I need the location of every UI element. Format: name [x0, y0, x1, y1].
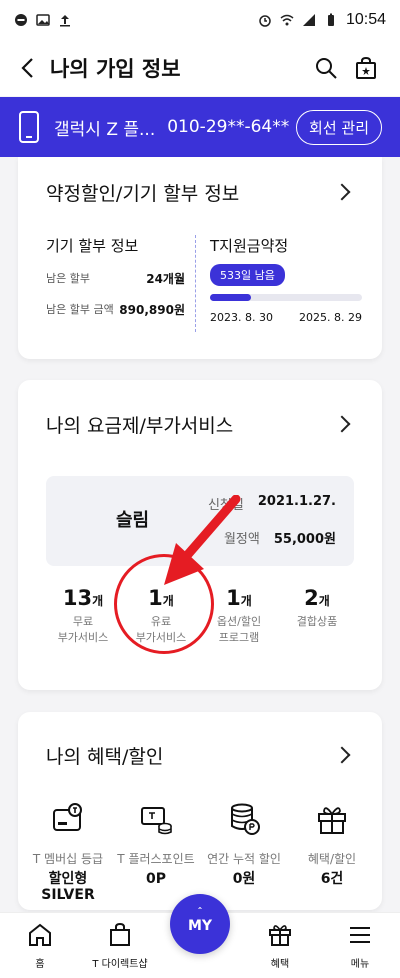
nav-benefit[interactable]: 혜택 [240, 922, 320, 970]
clock: 10:54 [345, 11, 386, 28]
bundle-products-stat[interactable]: 2개 결합상품 [282, 586, 352, 646]
signal-icon [302, 14, 315, 26]
stat-label-2: 프로그램 [218, 631, 260, 644]
nav-menu[interactable]: 메뉴 [320, 922, 400, 970]
phone-number: 010-29**-64** [167, 117, 290, 137]
benefits-card-title: 나의 혜택/할인 [46, 745, 164, 768]
benefit-label: 혜택/할인 [307, 852, 357, 866]
my-button[interactable]: ˆ MY [170, 894, 230, 954]
line-selector-band[interactable]: 갤럭시 Z 플... 010-29**-64** 회선 관리 [0, 97, 400, 157]
plus-points-item[interactable]: T 플러스포인트 0P [114, 802, 198, 903]
stat-unit: 개 [92, 594, 104, 608]
annotation-arrow-icon [164, 495, 241, 585]
installment-info: 기기 할부 정보 남은 할부 24개월 남은 할부 금액 890,890원 [46, 235, 196, 332]
benefits-card: 나의 혜택/할인 T 멤버십 등급 할인형 SILVER T 플러스포인트 0P… [18, 712, 382, 910]
cart-button[interactable] [346, 48, 386, 88]
home-icon [29, 923, 51, 946]
contract-dates: 2023. 8. 30 2025. 8. 29 [210, 311, 362, 324]
image-icon [36, 14, 50, 26]
stat-label-2: 부가서비스 [57, 631, 109, 644]
chevron-right-icon [333, 746, 351, 764]
plan-fee-value: 55,000원 [273, 532, 336, 547]
chevron-right-icon [333, 415, 351, 433]
benefits-card-header[interactable]: 나의 혜택/할인 [18, 712, 382, 798]
chevron-left-icon [21, 58, 33, 78]
remaining-installment-label: 남은 할부 [46, 272, 90, 285]
my-button-label: MY [187, 918, 213, 934]
coin-stack-icon [231, 803, 260, 835]
minus-circle-icon [15, 14, 27, 26]
remaining-installment-row: 남은 할부 24개월 [46, 270, 185, 287]
stat-label: 무료 [72, 615, 94, 628]
remaining-amount-label: 남은 할부 금액 [46, 303, 114, 316]
contract-card-header[interactable]: 약정할인/기기 할부 정보 [18, 157, 382, 227]
points-icon [141, 807, 172, 835]
phone-icon [19, 111, 39, 143]
installment-header: 기기 할부 정보 [46, 237, 139, 255]
benefit-value: 0P [145, 871, 166, 887]
stat-unit: 개 [318, 594, 330, 608]
membership-card-icon [53, 803, 82, 831]
plan-card-header[interactable]: 나의 요금제/부가서비스 [18, 380, 382, 468]
status-bar: 10:54 [0, 0, 400, 40]
contract-card-title: 약정할인/기기 할부 정보 [46, 182, 240, 205]
stat-count: 2 [304, 586, 319, 610]
stat-label: 결합상품 [296, 615, 338, 628]
plan-apply-value: 2021.1.27. [257, 494, 336, 509]
page-title: 나의 가입 정보 [50, 57, 181, 81]
stat-count: 13 [62, 586, 93, 610]
contract-card: 약정할인/기기 할부 정보 기기 할부 정보 남은 할부 24개월 남은 할부 … [18, 157, 382, 359]
battery-icon [327, 13, 334, 26]
chevron-up-icon: ˆ [197, 907, 203, 918]
nav-shop[interactable]: T 다이렉트샵 [80, 922, 160, 970]
app-bar: 나의 가입 정보 [0, 40, 400, 96]
contract-progress-bar [210, 294, 362, 301]
nav-menu-label: 메뉴 [350, 958, 370, 970]
plan-card: 나의 요금제/부가서비스 슬림 신청일 2021.1.27. 월정액 55,00… [18, 380, 382, 690]
nav-home-label: 홈 [35, 958, 45, 970]
free-services-stat[interactable]: 13개 무료부가서비스 [48, 586, 118, 646]
alarm-icon [259, 15, 271, 27]
remaining-amount-row: 남은 할부 금액 890,890원 [46, 301, 185, 318]
days-left-badge: 533일 남음 [210, 264, 285, 286]
contract-details: 기기 할부 정보 남은 할부 24개월 남은 할부 금액 890,890원 T지… [46, 235, 362, 332]
device-name: 갤럭시 Z 플... [54, 119, 156, 140]
contract-progress-fill [210, 294, 252, 301]
shopping-bag-icon [110, 922, 130, 946]
benefit-value: 0원 [232, 871, 256, 887]
shopping-bag-icon [356, 56, 376, 79]
search-icon [316, 58, 337, 79]
gift-icon [318, 807, 346, 834]
benefit-label: T 멤버십 등급 [32, 852, 104, 866]
menu-icon [350, 926, 370, 943]
benefit-list: T 멤버십 등급 할인형 SILVER T 플러스포인트 0P 연간 누적 할인… [18, 802, 382, 903]
support-contract-info: T지원금약정 533일 남음 2023. 8. 30 2025. 8. 29 [196, 235, 362, 332]
upload-icon [60, 15, 70, 27]
annual-discount-item[interactable]: 연간 누적 할인 0원 [202, 802, 286, 903]
line-manage-button[interactable]: 회선 관리 [296, 109, 382, 145]
contract-start-date: 2023. 8. 30 [210, 311, 273, 324]
search-button[interactable] [306, 48, 346, 88]
nav-shop-label: T 다이렉트샵 [92, 958, 148, 970]
plan-card-title: 나의 요금제/부가서비스 [46, 414, 234, 437]
back-button[interactable] [14, 55, 40, 81]
benefit-value: 6건 [320, 871, 344, 887]
gift-icon [269, 924, 291, 946]
stat-label: 옵션/할인 [216, 615, 262, 628]
benefit-value-2: SILVER [41, 887, 95, 903]
benefit-label: T 플러스포인트 [117, 852, 195, 866]
nav-benefit-label: 혜택 [270, 958, 290, 970]
chevron-right-icon [333, 183, 351, 201]
remaining-amount-value: 890,890원 [119, 303, 185, 317]
contract-end-date: 2025. 8. 29 [299, 311, 362, 324]
remaining-installment-value: 24개월 [146, 272, 185, 286]
nav-home[interactable]: 홈 [0, 922, 80, 970]
benefit-value: 할인형 [48, 871, 88, 887]
wifi-icon [280, 14, 294, 26]
benefit-label: 연간 누적 할인 [207, 852, 281, 866]
support-contract-header: T지원금약정 [210, 237, 289, 255]
benefit-count-item[interactable]: 혜택/할인 6건 [290, 802, 374, 903]
membership-item[interactable]: T 멤버십 등급 할인형 SILVER [26, 802, 110, 903]
